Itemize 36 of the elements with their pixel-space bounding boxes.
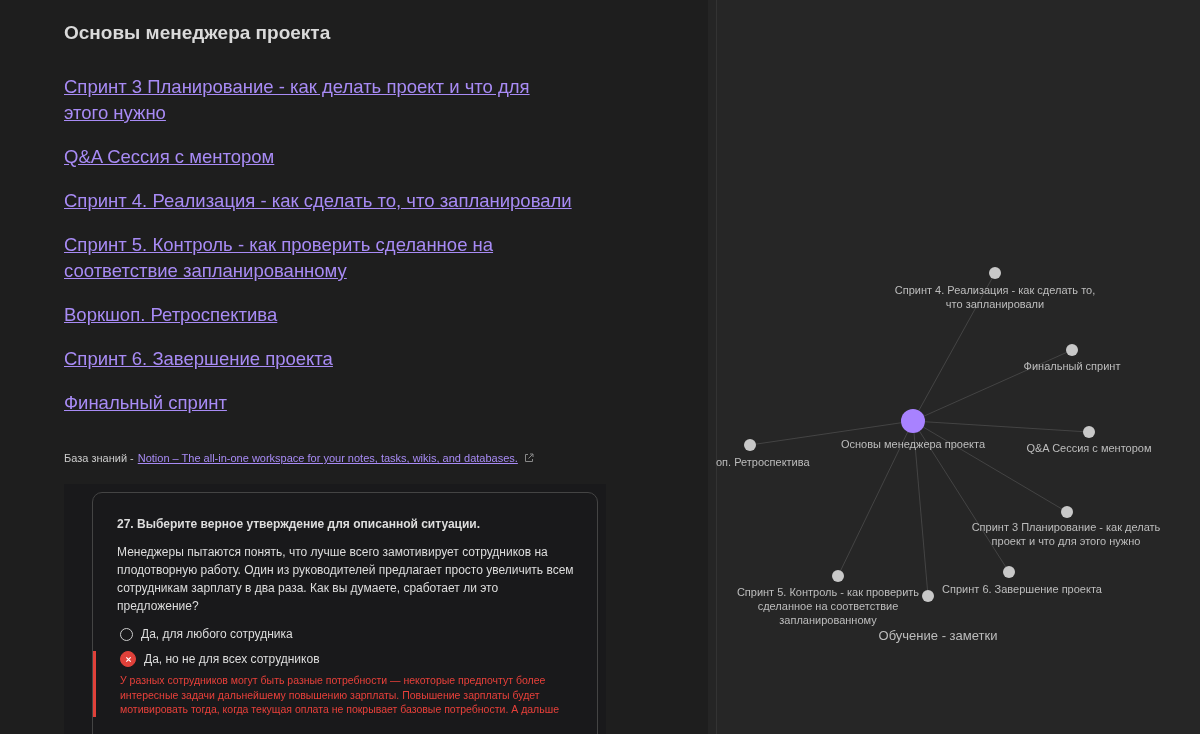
graph-node[interactable] [1003,566,1015,578]
node-label: Спринт 4. Реализация - как сделать то, что запланировали [894,284,1096,310]
node-label: Спринт 3 Планирование - как делать проект и что для этого нужно [971,521,1161,547]
note-link[interactable]: Спринт 6. Завершение проекта [64,346,576,372]
graph-node[interactable] [1066,344,1078,356]
note-title: Основы менеджера проекта [64,21,331,45]
graph-node[interactable] [1083,426,1095,438]
option-label: Да, для любого сотрудника [141,627,293,641]
graph-node[interactable] [832,570,844,582]
node-label: Q&A Сессия с ментором [1026,442,1152,454]
external-link[interactable]: Notion – The all-in-one workspace for your notes, tasks, wikis, and databases. [137,452,518,464]
node-label: Спринт 5. Контроль - как проверить сделанное на соответствие запланированному [736,586,920,626]
note-link[interactable]: Q&A Сессия с ментором [64,144,576,170]
node-label: оп. Ретроспектива [716,456,810,468]
note-link[interactable]: Воркшоп. Ретроспектива [64,302,576,328]
note-link[interactable]: Спринт 3 Планирование - как делать проект и что для этого нужно [64,74,576,126]
quiz-text: Менеджеры пытаются понять, что лучше всего замотивирует сотрудников на плодотворную работу. Один из руководителей предлагает просто увеличить всем сотрудникам зарплату в два раза. Как вы думаете, сработает ли это предложение? [117,544,575,615]
quiz-question: 27. Выберите верное утверждение для описанной ситуации. [117,517,482,531]
knowledge-base-label: База знаний - [64,452,134,464]
graph-node[interactable] [901,409,925,433]
note-link[interactable]: Спринт 4. Реализация - как сделать то, что запланировали [64,188,576,214]
external-link-icon [523,453,534,463]
graph-node[interactable] [922,590,934,602]
note-link[interactable]: Финальный спринт [64,390,576,416]
node-label: Основы менеджера проекта [840,438,986,450]
note-link[interactable]: Спринт 5. Контроль - как проверить сделанное на соответствие запланированному [64,232,576,284]
node-label: Обучение - заметки [878,628,998,643]
cross-icon [124,655,132,663]
wrong-answer-radio[interactable] [120,651,136,667]
graph-node[interactable] [744,439,756,451]
option-label: Да, но не для всех сотрудников [144,652,320,666]
node-label: Спринт 6. Завершение проекта [942,583,1102,595]
node-label: Финальный спринт [1023,360,1121,372]
graph-node[interactable] [989,267,1001,279]
graph-node[interactable] [1061,506,1073,518]
answer-explanation: У разных сотрудников могут быть разные потребности — некоторые предпочтут более интересные задачи дальнейшему повышению зарплаты. Повышение зарплаты будет мотивировать тогда, когда текущая оплата не покрывает базовые потребности. А дальше [120,673,560,717]
